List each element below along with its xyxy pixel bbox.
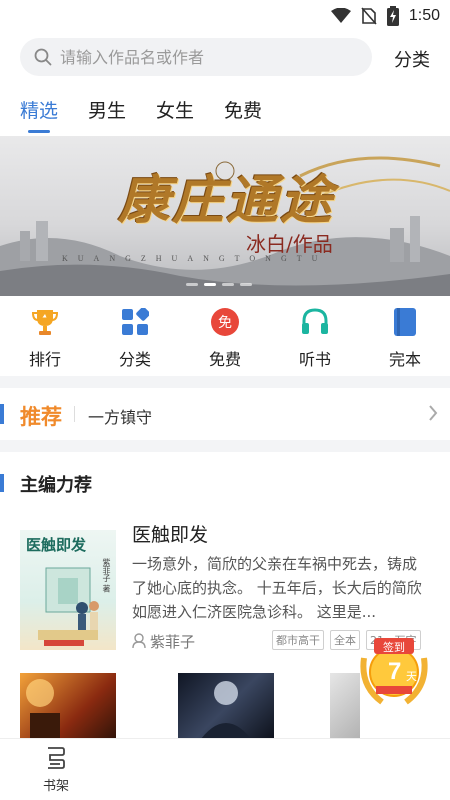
battery-charging-icon [386,6,399,26]
badge-number: 7 [388,658,402,685]
bookshelf-label: 书架 [42,779,69,794]
free-icon: 免 [209,306,241,338]
nav-audiobook[interactable]: 听书 [270,306,360,370]
nav-ranking[interactable]: 排行 [0,306,90,370]
recommend-row[interactable]: 推荐 一方镇守 [0,388,450,440]
book-thumbnail[interactable] [20,673,116,743]
book-thumbnail[interactable] [178,673,274,743]
banner-pinyin: KUANGZHUANGTONGTU [62,254,328,263]
category-link[interactable]: 分类 [394,46,430,72]
recommend-accent-bar [0,404,4,424]
search-box[interactable] [20,38,372,76]
cover-art [26,679,60,743]
tab-male[interactable]: 男生 [88,96,126,130]
nav-label: 排行 [28,350,61,369]
nav-completed[interactable]: 完本 [360,306,450,370]
wifi-icon [330,8,351,23]
search-input[interactable] [60,47,350,67]
search-icon [34,48,52,66]
quick-nav: 排行 分类 免 免费 听书 完本 [0,306,450,370]
grid-icon [119,306,151,338]
bottom-nav: 书架 [0,738,450,800]
banner-pagination [186,283,252,286]
section-title: 主编力荐 [20,475,92,496]
checkin-badge[interactable]: 签到 7 天 [352,628,436,710]
status-bar: 1:50 [0,0,450,32]
banner-dot [186,283,198,286]
tab-featured[interactable]: 精选 [20,96,58,133]
recommend-divider [74,406,75,422]
search-row: 分类 [20,38,440,78]
book-description: 一场意外，简欣的父亲在车祸中死去，铸成了她心底的执念。 十五年后，长大后的简欣如… [132,555,422,621]
section-divider [0,376,450,388]
status-time: 1:50 [408,7,440,24]
section-accent-bar [0,474,4,492]
nav-label: 分类 [118,350,151,369]
banner-dot [240,283,252,286]
book-author: 紫菲子 [150,633,196,651]
bookshelf-icon [48,747,65,769]
tag-genre: 都市高干 [272,630,324,650]
chevron-right-icon [429,405,438,421]
status-icons: 1:50 [330,6,440,26]
nav-bookshelf[interactable]: 书架 [36,745,76,794]
book-cover[interactable]: 医触即发 紫菲子 著 [20,530,116,650]
badge-unit: 天 [406,670,417,683]
tab-free[interactable]: 免费 [224,96,262,130]
promo-banner[interactable]: 康庄通途 冰白/作品 KUANGZHUANGTONGTU [0,136,450,296]
tab-female[interactable]: 女生 [156,96,194,130]
headphones-icon [299,306,331,338]
banner-dot [222,283,234,286]
svg-text:免: 免 [218,315,232,331]
cover-author: 紫菲子 著 [102,558,111,593]
svg-text:签到: 签到 [383,640,405,654]
nav-label: 听书 [298,350,331,369]
no-sim-icon [361,7,377,25]
recommend-title: 推荐 [20,405,62,429]
trophy-icon [29,306,61,338]
banner-dot-active [204,283,216,286]
nav-category[interactable]: 分类 [90,306,180,370]
nav-label: 完本 [388,350,421,369]
user-icon [132,633,146,649]
channel-tabs: 精选 男生 女生 免费 [20,96,262,133]
cover-art [198,681,254,743]
book-icon [389,306,421,338]
book-title[interactable]: 医触即发 [132,520,208,547]
nav-label: 免费 [208,350,241,369]
recommend-text: 一方镇守 [88,408,153,427]
nav-free[interactable]: 免 免费 [180,306,270,370]
cover-title: 医触即发 [26,536,87,554]
banner-author: 冰白/作品 [246,232,333,256]
banner-title: 康庄通途 [118,170,335,231]
section-divider [0,440,450,452]
